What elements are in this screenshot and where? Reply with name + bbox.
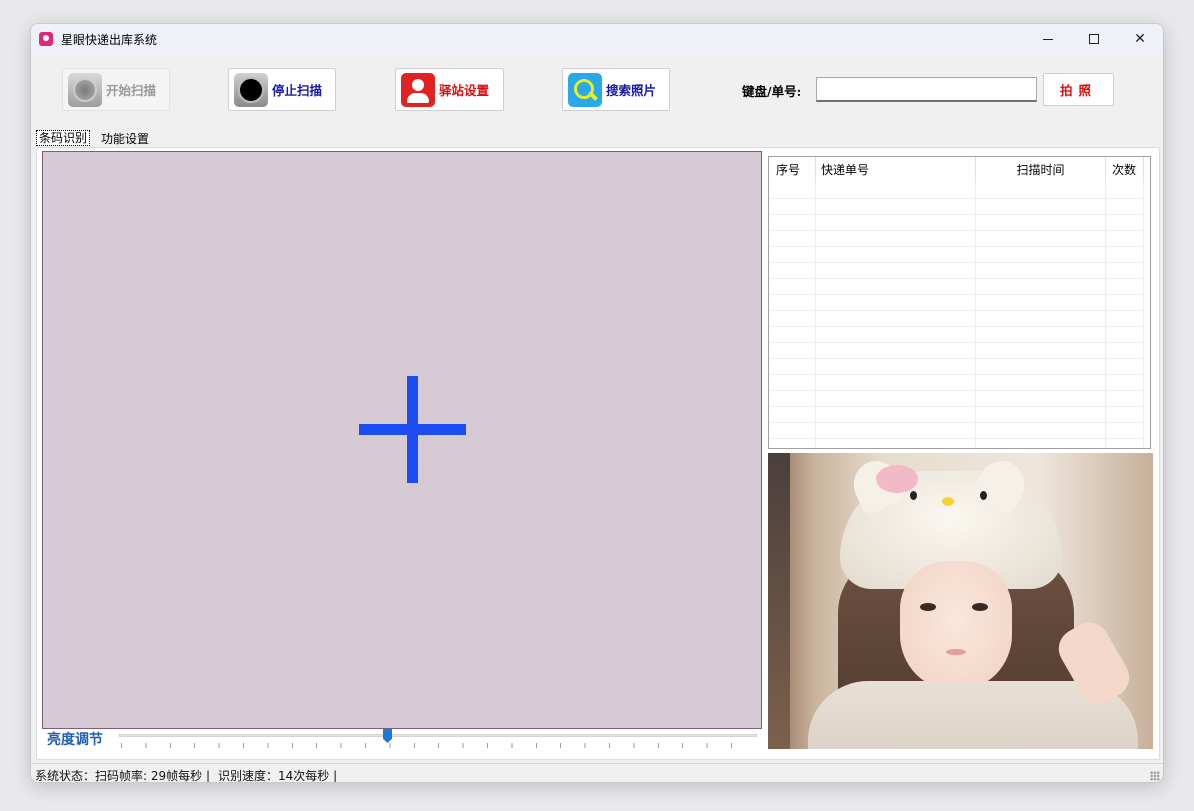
maximize-icon [1089, 34, 1099, 44]
resize-grip-icon[interactable] [1150, 771, 1160, 781]
column-header-scan-time[interactable]: 扫描时间 [976, 157, 1106, 183]
stop-scan-label: 停止扫描 [272, 83, 323, 98]
camera-preview [42, 151, 762, 729]
column-header-count[interactable]: 次数 [1106, 157, 1144, 183]
start-scan-button[interactable]: 开始扫描 [62, 68, 170, 111]
captured-photo [768, 453, 1153, 749]
tracking-number-input[interactable] [816, 77, 1037, 102]
slider-ticks [121, 743, 755, 748]
slider-track [119, 734, 757, 737]
status-bar: 系统状态：扫码帧率: 29帧每秒 | 识别速度：14次每秒 | [31, 763, 1163, 783]
take-photo-button[interactable]: 拍照 [1043, 73, 1114, 106]
maximize-button[interactable] [1071, 24, 1117, 54]
column-header-index[interactable]: 序号 [769, 157, 816, 183]
system-status-text: 系统状态：扫码帧率: 29帧每秒 | [35, 769, 210, 783]
table-rows-empty [769, 183, 1144, 448]
search-photos-label: 搜索照片 [606, 83, 657, 98]
magnifier-icon [568, 72, 602, 107]
brightness-label: 亮度调节 [47, 732, 103, 748]
station-settings-label: 驿站设置 [439, 83, 490, 98]
minimize-button[interactable] [1025, 24, 1071, 54]
station-settings-button[interactable]: 驿站设置 [395, 68, 504, 111]
search-photos-button[interactable]: 搜索照片 [562, 68, 670, 111]
minimize-icon [1043, 38, 1053, 40]
title-bar[interactable]: 星眼快递出库系统 ✕ [31, 24, 1163, 54]
slider-thumb[interactable] [383, 729, 392, 743]
scan-records-table[interactable]: 序号 快递单号 扫描时间 次数 [768, 156, 1151, 449]
camera-lens-icon [68, 72, 102, 107]
tab-function-settings[interactable]: 功能设置 [99, 132, 151, 148]
stop-scan-button[interactable]: 停止扫描 [228, 68, 336, 111]
column-header-tracking-number[interactable]: 快递单号 [816, 157, 976, 183]
close-icon: ✕ [1134, 31, 1146, 47]
keyboard-number-label: 键盘/单号: [742, 84, 802, 99]
main-window: 星眼快递出库系统 ✕ 开始扫描 停止扫描 驿站设置 搜索照片 键盘/单号: 拍照… [30, 23, 1164, 783]
user-icon [401, 72, 435, 107]
app-icon [39, 32, 53, 46]
tab-barcode-recognition[interactable]: 条码识别 [36, 130, 91, 146]
close-button[interactable]: ✕ [1117, 24, 1163, 54]
recognition-speed-text: 识别速度：14次每秒 | [218, 769, 338, 783]
stop-record-icon [234, 72, 268, 107]
brightness-slider[interactable] [119, 729, 757, 749]
crosshair-icon-horizontal [359, 424, 466, 435]
window-title: 星眼快递出库系统 [61, 33, 158, 47]
start-scan-label: 开始扫描 [106, 83, 157, 98]
